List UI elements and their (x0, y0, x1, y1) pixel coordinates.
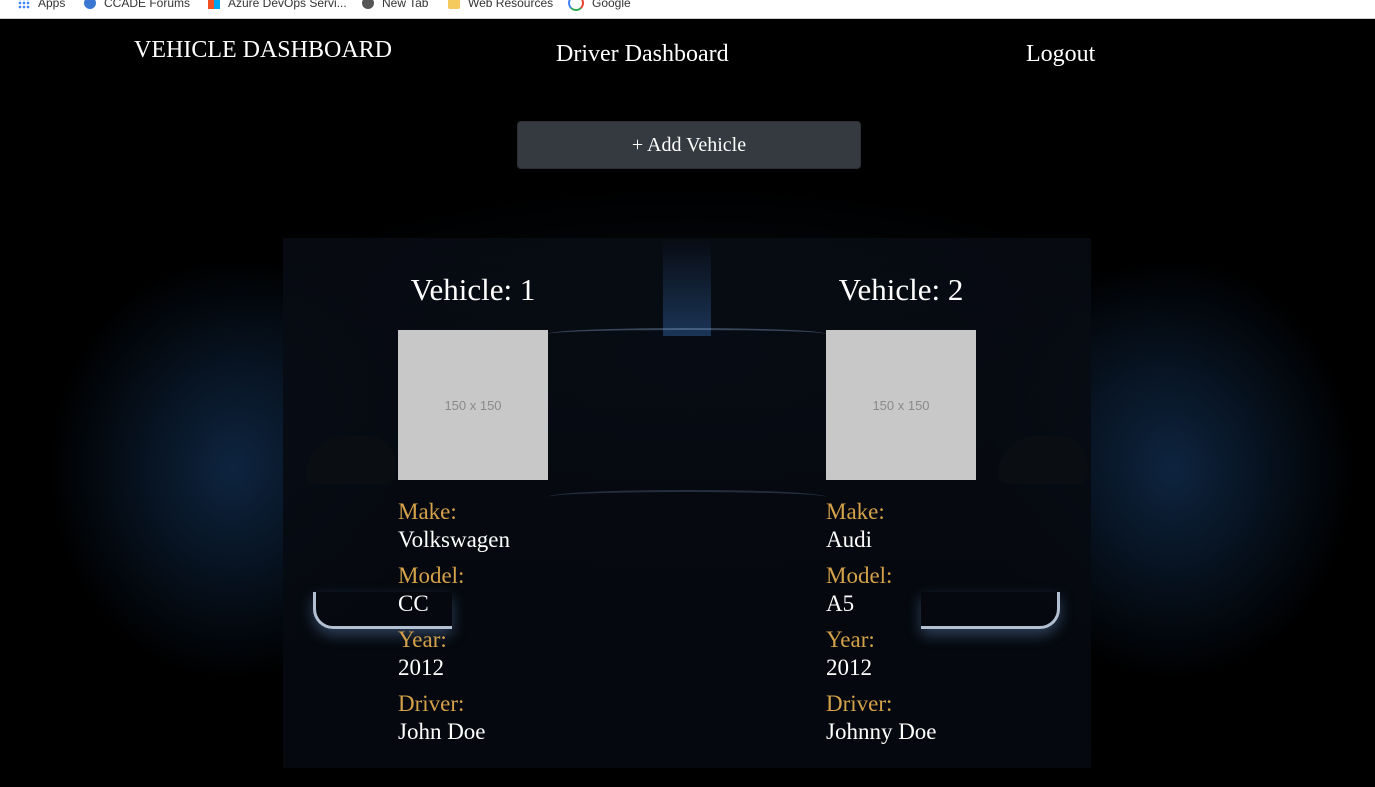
driver-label: Driver: (826, 691, 893, 716)
bookmark-apps[interactable]: Apps (18, 0, 65, 12)
vehicle-title: Vehicle: 2 (838, 272, 964, 307)
bookmark-label: New Tab (382, 0, 429, 10)
bookmark-label: CCADE Forums (104, 0, 191, 10)
bookmark-web-resources[interactable]: Web Resources (448, 0, 553, 12)
model-value: A5 (826, 591, 855, 616)
bookmark-azure-devops[interactable]: Azure DevOps Servi... (208, 0, 347, 12)
model-label: Model: (398, 563, 465, 588)
azure-icon (208, 0, 220, 9)
year-label: Year: (826, 627, 875, 652)
model-value: CC (398, 591, 429, 616)
globe-icon (84, 0, 96, 9)
car-roof-glow (663, 238, 711, 336)
bookmark-label: Apps (38, 0, 66, 10)
car-headlight-right (921, 592, 1060, 629)
add-vehicle-button[interactable]: + Add Vehicle (517, 121, 861, 169)
car-roofline (548, 328, 826, 340)
driver-value: John Doe (398, 719, 486, 744)
vehicle-image-placeholder: 150 x 150 (398, 330, 548, 480)
make-value: Audi (826, 527, 872, 552)
bookmark-google[interactable]: Google (568, 0, 631, 12)
nav-logout-link[interactable]: Logout (1026, 41, 1095, 68)
bookmarks-bar: Apps CCADE Forums Azure DevOps Servi... … (0, 0, 1375, 19)
make-label: Make: (398, 499, 457, 524)
vehicle-title: Vehicle: 1 (410, 272, 536, 307)
year-value: 2012 (398, 655, 444, 680)
make-value: Volkswagen (398, 527, 511, 552)
google-icon (568, 0, 584, 11)
car-headlight-left (313, 592, 452, 629)
driver-value: Johnny Doe (826, 719, 937, 744)
brand-title[interactable]: VEHICLE DASHBOARD (134, 37, 392, 64)
year-label: Year: (398, 627, 447, 652)
make-label: Make: (826, 499, 885, 524)
bookmark-ccade-forums[interactable]: CCADE Forums (84, 0, 190, 12)
year-value: 2012 (826, 655, 872, 680)
folder-icon (448, 0, 460, 9)
model-label: Model: (826, 563, 893, 588)
bookmark-label: Azure DevOps Servi... (228, 0, 347, 10)
apps-grid-icon (18, 0, 30, 9)
bookmark-new-tab[interactable]: New Tab (362, 0, 428, 12)
nav-driver-dashboard-link[interactable]: Driver Dashboard (556, 41, 729, 68)
bookmark-label: Web Resources (468, 0, 554, 10)
bookmark-label: Google (592, 0, 631, 10)
new-tab-icon (362, 0, 374, 9)
driver-label: Driver: (398, 691, 465, 716)
vehicle-image-placeholder: 150 x 150 (826, 330, 976, 480)
car-hood-line (548, 490, 826, 504)
